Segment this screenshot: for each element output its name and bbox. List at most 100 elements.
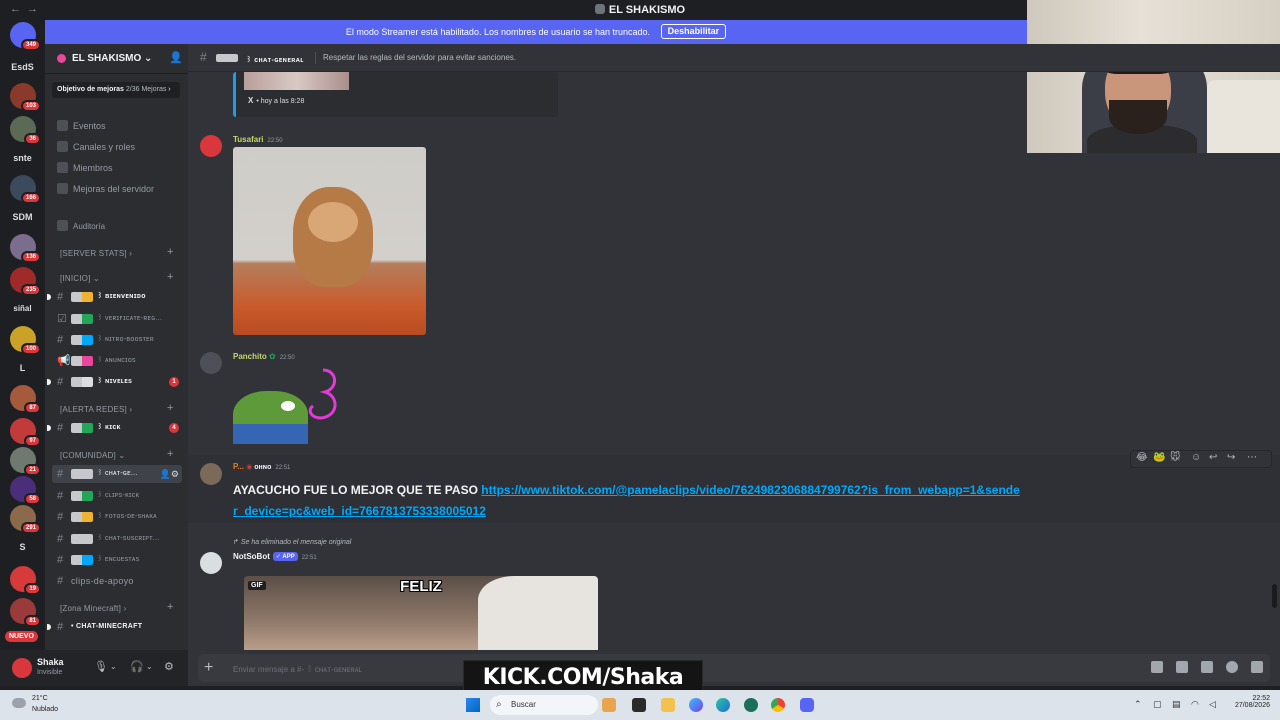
channel-fotos-de-shaka[interactable]: # ꒱ ꜰᴏᴛᴏs-ᴅᴇ-sʜᴀᴋᴀ — [52, 508, 182, 526]
channel-settings-icon[interactable]: 👤⚙ — [160, 465, 179, 483]
more-options-icon[interactable]: ⋯ — [1247, 452, 1257, 463]
add-channel-icon[interactable]: + — [167, 448, 173, 460]
reply-reference[interactable]: ↱ Se ha eliminado el mensaje original — [233, 538, 351, 546]
attach-plus-icon[interactable]: + — [204, 659, 213, 677]
reaction-emoji-icon[interactable]: 🐭 — [1170, 452, 1180, 463]
bot-avatar[interactable] — [200, 552, 222, 574]
server-esds[interactable]: EsdS — [0, 62, 45, 72]
disable-streamer-button[interactable]: Deshabilitar — [660, 24, 727, 39]
discord-avatar[interactable] — [200, 352, 222, 374]
message-author[interactable]: P... ◉ ᴏʜɴᴏ 22:51 — [233, 462, 290, 471]
channel-anuncios[interactable]: 📢 ꒱ ᴀɴᴜɴᴄɪᴏs — [52, 352, 182, 370]
server-icon-6[interactable]: 136 — [10, 234, 41, 263]
volume-icon[interactable]: ◁ — [1209, 699, 1216, 710]
user-avatar[interactable] — [12, 658, 32, 678]
server-icon-12[interactable]: 97 — [10, 418, 41, 447]
server-sdm[interactable]: SDM — [0, 212, 45, 222]
add-channel-icon[interactable]: + — [167, 601, 173, 613]
emoji-icon[interactable] — [1226, 661, 1238, 673]
server-boost-link[interactable]: Mejoras del servidor — [57, 182, 154, 196]
channel-encuestas[interactable]: # ꒱ ᴇɴᴄᴜᴇsᴛᴀs — [52, 551, 182, 569]
weather-condition[interactable]: Nublado — [32, 706, 58, 713]
category-server-stats[interactable]: [SERVER STATS] › — [60, 248, 132, 260]
chevron-down-icon[interactable]: ⌄ — [146, 662, 153, 671]
add-reaction-icon[interactable]: ☺ — [1191, 452, 1201, 463]
channels-roles-link[interactable]: Canales y roles — [57, 140, 135, 154]
author-name[interactable]: P... — [233, 462, 244, 471]
category-comunidad[interactable]: [COMUNIDAD] ⌄ — [60, 450, 125, 462]
server-icon-11[interactable]: 87 — [10, 385, 41, 414]
taskbar-search[interactable]: ⌕ Buscar — [490, 695, 598, 715]
category-inicio[interactable]: [INICIO] ⌄ — [60, 273, 100, 285]
message-author[interactable]: NotSoBot ✓ APP 22:51 — [233, 552, 317, 561]
author-name[interactable]: Tusafari — [233, 135, 264, 144]
channel-chat-minecraft[interactable]: # • CHAT-MINECRAFT — [47, 618, 182, 636]
server-snte[interactable]: snte — [0, 153, 45, 163]
server-s[interactable]: S — [0, 542, 45, 552]
forward-icon[interactable]: ↪ — [1227, 452, 1235, 463]
feliz-gif-image[interactable]: GIF FELIZ — [244, 576, 598, 650]
widget-icon[interactable] — [602, 698, 616, 712]
gift-icon[interactable] — [1151, 661, 1163, 673]
message-placeholder[interactable]: Enviar mensaje a #- ꒱ ᴄʜᴀᴛ-ɢᴇɴᴇʀᴀʟ — [233, 663, 362, 674]
chrome-icon[interactable] — [771, 698, 785, 712]
add-channel-icon[interactable]: + — [167, 402, 173, 414]
channel-nitro-booster[interactable]: # ꒱ ɴɪᴛʀᴏ-ʙᴏᴏsᴛᴇʀ — [52, 331, 182, 349]
author-name[interactable]: Panchito — [233, 352, 267, 361]
server-icon-15[interactable]: 291 — [10, 505, 41, 534]
category-zona-minecraft[interactable]: [Zona Minecraft] › — [60, 603, 126, 615]
weather-temp[interactable]: 21°C — [32, 695, 48, 702]
channel-verificate[interactable]: ☑ ꒱ ᴠᴇʀɪꜰɪᴄᴀᴛᴇ-ʀᴇɢ... — [52, 310, 182, 328]
category-alerta-redes[interactable]: [ALERTA REDES] › — [60, 404, 132, 416]
add-channel-icon[interactable]: + — [167, 246, 173, 258]
pepe-sticker-image[interactable] — [233, 366, 341, 444]
copilot-icon[interactable] — [689, 698, 703, 712]
message-author[interactable]: Tusafari 22:50 — [233, 135, 283, 144]
chat-scrollbar[interactable] — [1272, 584, 1277, 608]
reaction-emoji-icon[interactable]: 🐸 — [1153, 452, 1165, 463]
server-icon-13[interactable]: 21 — [10, 447, 41, 476]
server-icon-14[interactable]: 58 — [10, 476, 41, 505]
channel-chat-suscriptores[interactable]: # ꒱ ᴄʜᴀᴛ-sᴜsᴄʀɪᴘᴛ... — [52, 530, 182, 548]
discord-avatar[interactable] — [200, 135, 222, 157]
gear-icon[interactable]: ⚙ — [164, 660, 174, 673]
task-view-icon[interactable] — [632, 698, 646, 712]
author-name[interactable]: NotSoBot — [233, 552, 270, 561]
jerry-gif-image[interactable] — [233, 147, 426, 335]
server-icon-2[interactable]: 36 — [10, 116, 41, 145]
server-icon-4[interactable]: 166 — [10, 175, 41, 204]
file-explorer-icon[interactable] — [661, 698, 675, 712]
audit-log-link[interactable]: Auditoría — [57, 220, 105, 234]
home-button[interactable]: 349 — [10, 22, 41, 51]
events-link[interactable]: Eventos — [57, 119, 106, 133]
add-channel-icon[interactable]: + — [167, 271, 173, 283]
username[interactable]: Shaka — [37, 657, 64, 667]
members-link[interactable]: Miembros — [57, 161, 113, 175]
channel-clips-de-apoyo[interactable]: # clips-de-apoyo — [52, 572, 182, 590]
gif-icon[interactable] — [1176, 661, 1188, 673]
apps-icon[interactable] — [1251, 661, 1263, 673]
discord-taskbar-icon[interactable] — [800, 698, 814, 712]
server-icon-7[interactable]: 235 — [10, 267, 41, 296]
wifi-icon[interactable]: ◠ — [1191, 699, 1199, 710]
embed-thumbnail[interactable] — [244, 72, 349, 90]
boost-goal[interactable]: Objetivo de mejoras 2/36 Mejoras › — [52, 82, 180, 98]
channel-kick[interactable]: # ꒱ ᴋɪᴄᴋ 4 — [47, 419, 182, 437]
server-sinal[interactable]: siñal — [0, 304, 45, 313]
channel-chat-general[interactable]: # ꒱ ᴄʜᴀᴛ-ɢᴇ... 👤⚙ — [52, 465, 182, 483]
taskbar-clock[interactable]: 22:52 27/08/2026 — [1226, 695, 1270, 709]
app-icon[interactable] — [744, 698, 758, 712]
windows-start-icon[interactable] — [466, 698, 480, 712]
message-author[interactable]: Panchito ✿ 22:50 — [233, 352, 295, 361]
server-header[interactable]: EL SHAKISMO ⌄ 👤 — [45, 44, 188, 74]
chevron-up-icon[interactable]: ⌃ — [1134, 699, 1142, 710]
tray-app-icon[interactable]: ▤ — [1172, 699, 1181, 710]
server-l[interactable]: L — [0, 363, 45, 373]
invite-people-icon[interactable]: 👤 — [169, 51, 183, 64]
edge-icon[interactable] — [716, 698, 730, 712]
reaction-emoji-icon[interactable]: 😂 — [1136, 452, 1148, 463]
microphone-icon[interactable]: 🎙 — [94, 660, 108, 673]
server-icon-1[interactable]: 103 — [10, 83, 41, 112]
chevron-down-icon[interactable]: ⌄ — [110, 662, 117, 671]
channel-clips-kick[interactable]: # ꒱ ᴄʟɪᴘs-ᴋɪᴄᴋ — [52, 487, 182, 505]
